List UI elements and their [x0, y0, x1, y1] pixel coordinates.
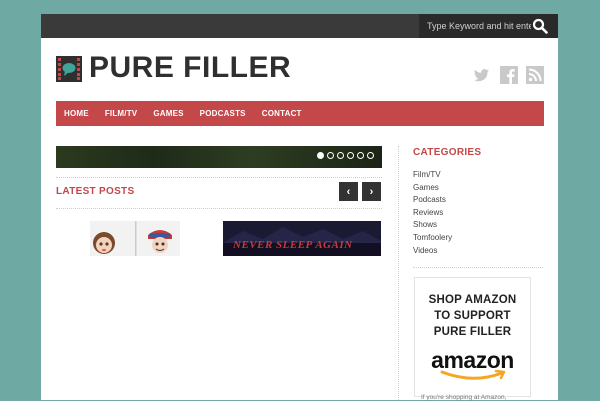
- categories-heading: CATEGORIES: [413, 147, 482, 158]
- category-link-videos[interactable]: Videos: [413, 245, 452, 258]
- facebook-icon[interactable]: [500, 66, 518, 84]
- amazon-support-banner[interactable]: SHOP AMAZON TO SUPPORT PURE FILLER amazo…: [414, 277, 531, 397]
- thumbnail-overlay-text: NEVER SLEEP AGAIN: [233, 239, 353, 251]
- amazon-banner-content: SHOP AMAZON TO SUPPORT PURE FILLER amazo…: [417, 280, 528, 396]
- nav-item-games[interactable]: GAMES: [145, 101, 191, 126]
- nav-item-home[interactable]: HOME: [56, 101, 97, 126]
- category-link-shows[interactable]: Shows: [413, 219, 452, 232]
- amazon-banner-line: TO SUPPORT: [434, 310, 511, 322]
- post-thumbnail[interactable]: [90, 221, 180, 256]
- latest-next-button[interactable]: ›: [362, 182, 381, 201]
- latest-posts-heading: LATEST POSTS: [56, 186, 135, 197]
- nav-item-film-tv[interactable]: FILM/TV: [97, 101, 146, 126]
- nav-item-podcasts[interactable]: PODCASTS: [192, 101, 254, 126]
- divider: [56, 208, 382, 209]
- slider-dot[interactable]: [317, 152, 324, 159]
- slider-dot[interactable]: [347, 152, 354, 159]
- search-box: [419, 14, 558, 38]
- category-link-games[interactable]: Games: [413, 182, 452, 195]
- page-container: PURE FILLER HOME FILM/TV GAMES PODCASTS …: [41, 38, 558, 401]
- slider-dot[interactable]: [337, 152, 344, 159]
- sidebar-divider: [398, 146, 399, 400]
- latest-prev-button[interactable]: ‹: [339, 182, 358, 201]
- nav-item-contact[interactable]: CONTACT: [254, 101, 310, 126]
- film-speech-icon[interactable]: [56, 56, 82, 82]
- slider-dot[interactable]: [367, 152, 374, 159]
- divider: [56, 177, 382, 178]
- slider-pagination: [317, 152, 374, 159]
- post-thumbnail[interactable]: NEVER SLEEP AGAIN: [223, 221, 381, 256]
- main-nav: HOME FILM/TV GAMES PODCASTS CONTACT: [56, 101, 544, 126]
- amazon-logo: amazon: [431, 347, 514, 373]
- rss-icon[interactable]: [526, 66, 544, 84]
- cartoon-characters-image: [90, 221, 180, 256]
- search-icon[interactable]: [532, 18, 548, 34]
- top-bar: [41, 14, 558, 38]
- amazon-banner-line: PURE FILLER: [433, 326, 512, 338]
- slider-dot[interactable]: [327, 152, 334, 159]
- category-link-reviews[interactable]: Reviews: [413, 207, 452, 220]
- search-input[interactable]: [419, 14, 531, 38]
- divider: [413, 267, 543, 268]
- site-logo-text[interactable]: PURE FILLER: [89, 51, 291, 85]
- slider-dot[interactable]: [357, 152, 364, 159]
- categories-list: Film/TV Games Podcasts Reviews Shows Tom…: [413, 169, 452, 257]
- featured-slider[interactable]: [56, 146, 382, 168]
- amazon-banner-line: SHOP AMAZON: [428, 294, 517, 306]
- category-link-film-tv[interactable]: Film/TV: [413, 169, 452, 182]
- category-link-tomfoolery[interactable]: Tomfoolery: [413, 232, 452, 245]
- twitter-icon[interactable]: [473, 66, 491, 84]
- category-link-podcasts[interactable]: Podcasts: [413, 194, 452, 207]
